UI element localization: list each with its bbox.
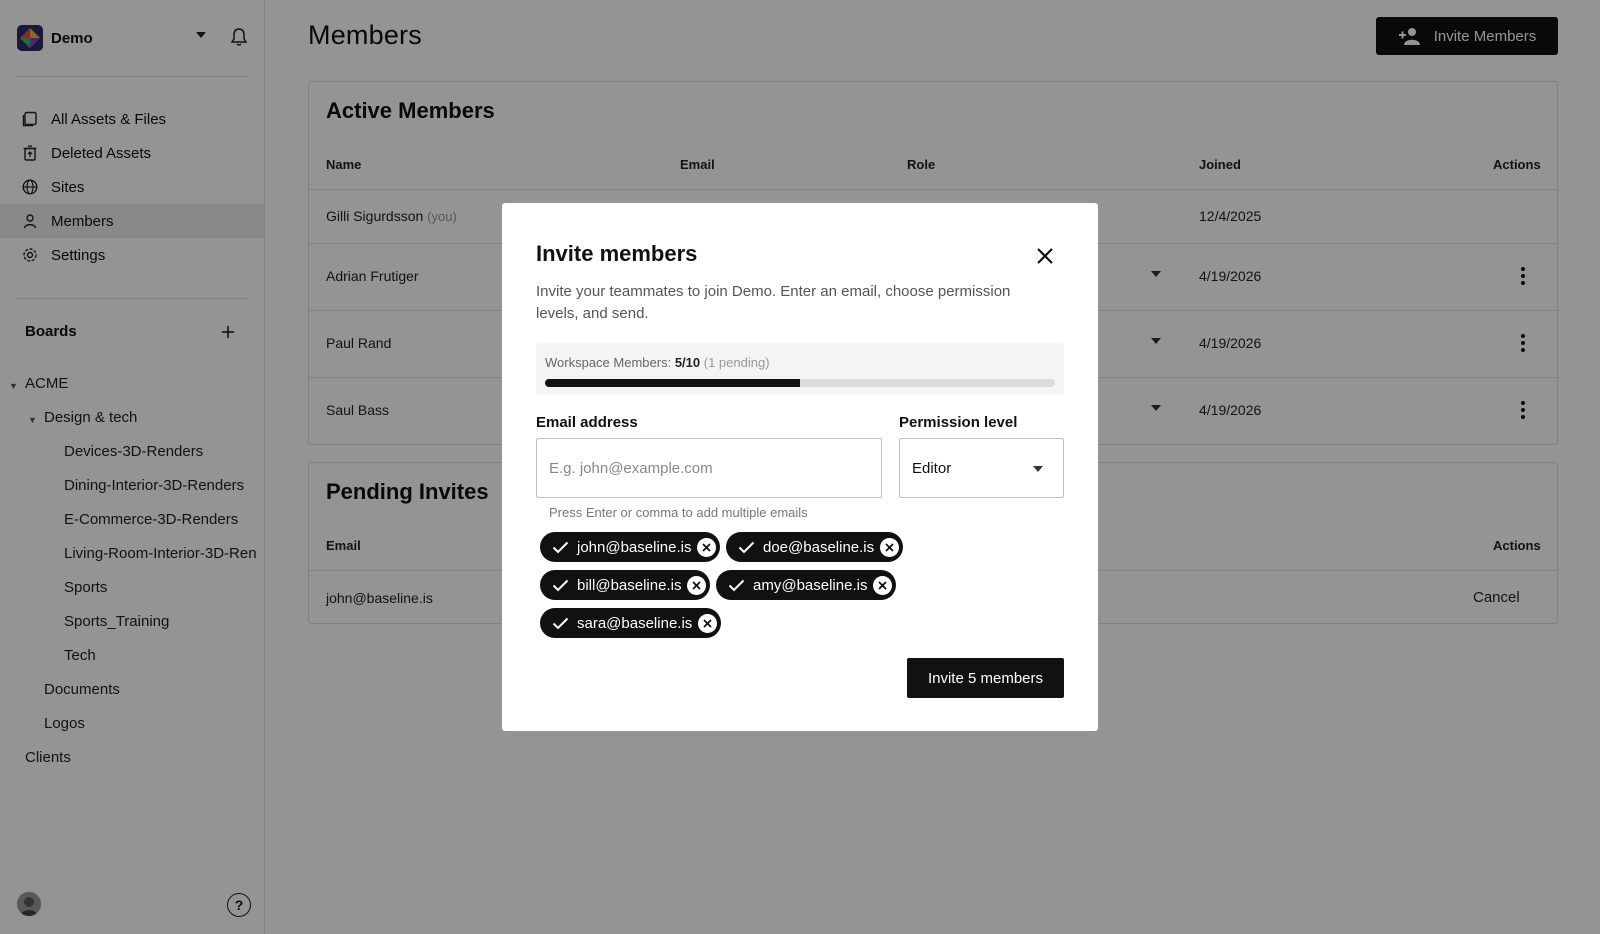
check-icon [552, 617, 569, 630]
email-field[interactable] [536, 438, 882, 498]
permission-label: Permission level [899, 414, 1018, 431]
usage-text: Workspace Members: 5/10 (1 pending) [545, 355, 770, 370]
chip-email: amy@baseline.is [753, 576, 868, 594]
check-icon [728, 579, 745, 592]
modal-title: Invite members [536, 241, 698, 266]
workspace-usage: Workspace Members: 5/10 (1 pending) [536, 343, 1064, 395]
chip-email: doe@baseline.is [763, 538, 875, 556]
email-label: Email address [536, 414, 638, 431]
invite-submit-button[interactable]: Invite 5 members [907, 658, 1064, 698]
usage-pending: (1 pending) [703, 355, 770, 370]
modal-description: Invite your teammates to join Demo. Ente… [536, 283, 1011, 322]
check-icon [738, 541, 755, 554]
chip-email: sara@baseline.is [577, 614, 693, 632]
permission-select[interactable]: Editor [899, 438, 1064, 498]
email-chip: sara@baseline.is [540, 608, 722, 638]
invite-members-modal: Invite members Invite your teammates to … [502, 203, 1098, 731]
usage-count: 5/10 [674, 355, 701, 370]
email-chip: bill@baseline.is [540, 570, 711, 600]
usage-progress-bar [545, 379, 1055, 387]
remove-chip-icon[interactable] [697, 537, 717, 557]
usage-label: Workspace Members: [545, 355, 672, 370]
check-icon [552, 579, 569, 592]
chevron-down-icon [1033, 466, 1043, 472]
email-chip: amy@baseline.is [716, 570, 897, 600]
remove-chip-icon[interactable] [698, 613, 718, 633]
close-icon[interactable] [1034, 245, 1056, 267]
email-chip: doe@baseline.is [726, 532, 904, 562]
remove-chip-icon[interactable] [880, 537, 900, 557]
chip-email: john@baseline.is [577, 538, 692, 556]
email-chip: john@baseline.is [540, 532, 721, 562]
permission-value: Editor [912, 459, 952, 477]
usage-progress-fill [545, 379, 800, 387]
check-icon [552, 541, 569, 554]
email-hint: Press Enter or comma to add multiple ema… [549, 505, 808, 520]
chip-email: bill@baseline.is [577, 576, 682, 594]
remove-chip-icon[interactable] [873, 575, 893, 595]
remove-chip-icon[interactable] [687, 575, 707, 595]
